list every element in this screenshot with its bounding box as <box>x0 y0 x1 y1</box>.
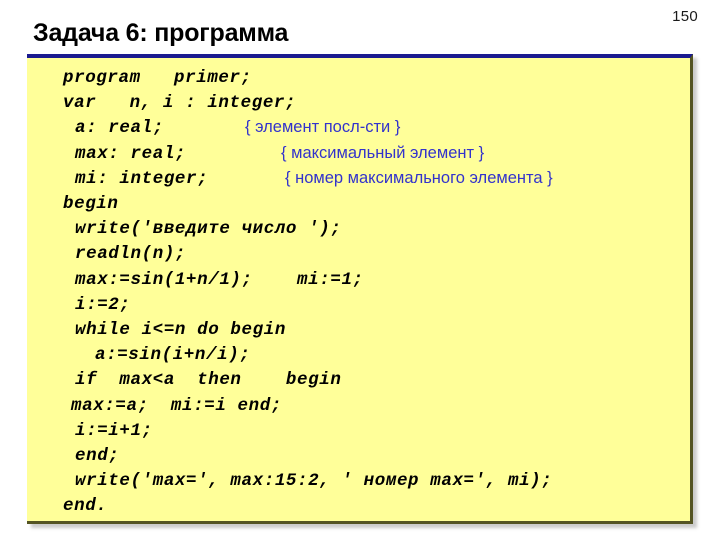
code-line: a: real; { элемент посл-сти } <box>27 118 690 143</box>
code-line-comment: { номер максимального элемента } <box>285 168 553 187</box>
code-line: begin <box>27 194 690 219</box>
code-line-text: a:=sin(i+n/i); <box>95 345 251 366</box>
code-line: end; <box>27 446 690 471</box>
code-line: write('max=', max:15:2, ' номер max=', m… <box>27 471 690 496</box>
code-line: while i<=n do begin <box>27 320 690 345</box>
code-panel: program primer; var n, i : integer; a: rea… <box>27 54 693 524</box>
code-line-text: max:=a; mi:=i end; <box>71 395 282 416</box>
code-line-text: if max<a then begin <box>75 370 342 391</box>
code-line: max:=a; mi:=i end; <box>27 396 690 421</box>
code-line-text: write('введите число '); <box>75 219 342 240</box>
code-line: readln(n); <box>27 244 690 269</box>
code-line: write('введите число '); <box>27 219 690 244</box>
code-line: program primer; <box>27 68 690 93</box>
code-line: max: real; { максимальный элемент } <box>27 144 690 169</box>
code-line: if max<a then begin <box>27 370 690 395</box>
code-line: i:=i+1; <box>27 421 690 446</box>
code-line: var n, i : integer; <box>27 93 690 118</box>
code-line: a:=sin(i+n/i); <box>27 345 690 370</box>
code-line-text: program primer; <box>63 68 252 88</box>
page-title: Задача 6: программа <box>33 19 289 47</box>
code-line-text: begin <box>63 194 119 214</box>
code-line-text: i:=i+1; <box>75 420 153 441</box>
code-line-text: end. <box>63 496 108 517</box>
code-line-comment: { элемент посл-сти } <box>245 118 401 137</box>
slide-page-number: 150 <box>672 8 698 25</box>
code-line-text: write('max=', max:15:2, ' номер max=', m… <box>75 471 553 492</box>
code-line: end. <box>27 496 690 521</box>
code-line-text: max: real; <box>75 143 187 164</box>
code-line: max:=sin(1+n/1); mi:=1; <box>27 270 690 295</box>
code-line-text: readln(n); <box>75 244 187 265</box>
code-line-comment: { максимальный элемент } <box>281 143 485 162</box>
code-line-text: while i<=n do begin <box>75 320 286 340</box>
code-listing: program primer; var n, i : integer; a: rea… <box>27 58 690 521</box>
code-line-text: mi: integer; <box>75 168 209 189</box>
code-line: mi: integer; { номер максимального элемен… <box>27 169 690 194</box>
code-line-text: var n, i : integer; <box>63 93 297 114</box>
code-line-text: i:=2; <box>75 294 131 315</box>
code-line: i:=2; <box>27 295 690 320</box>
code-line-text: end; <box>75 446 120 466</box>
code-line-text: max:=sin(1+n/1); mi:=1; <box>75 269 364 290</box>
code-line-text: a: real; <box>75 118 164 139</box>
